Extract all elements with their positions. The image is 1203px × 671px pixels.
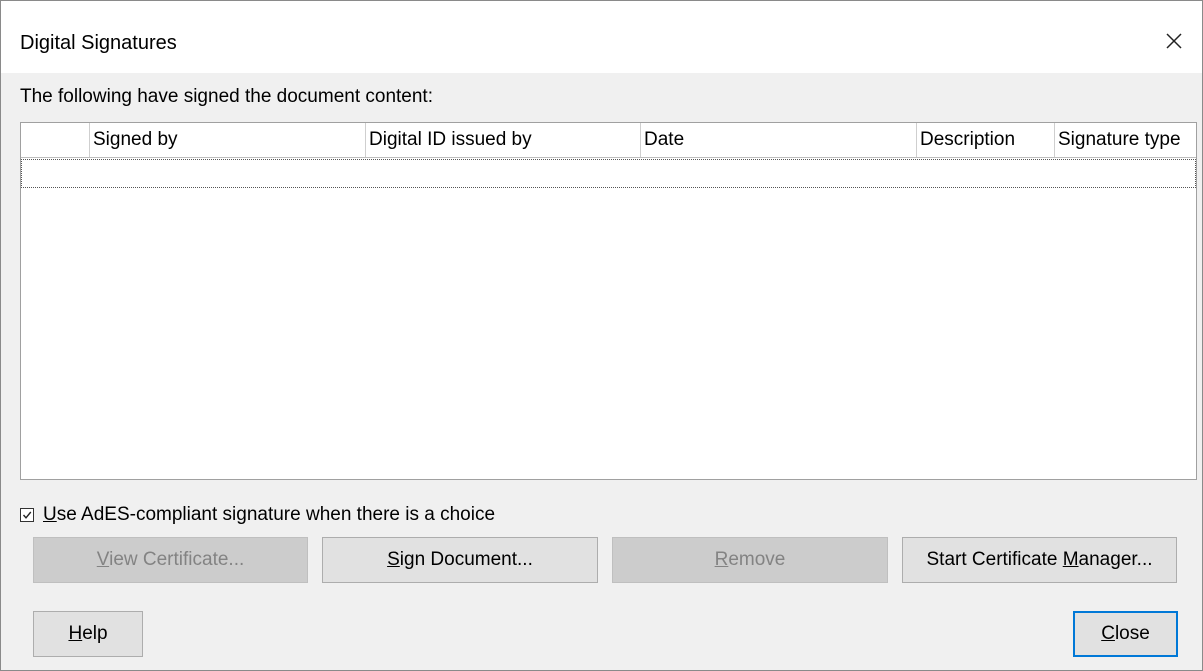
column-header-date[interactable]: Date [641,123,917,157]
close-button[interactable]: Close [1073,611,1178,657]
checkmark-icon [22,511,32,519]
column-header-description[interactable]: Description [917,123,1055,157]
table-focus-row[interactable] [21,159,1196,188]
dialog-title: Digital Signatures [20,32,177,54]
signed-content-label: The following have signed the document c… [20,86,433,107]
help-button[interactable]: Help [33,611,143,657]
column-header-signature-type[interactable]: Signature type [1055,123,1196,157]
signatures-table[interactable]: Signed by Digital ID issued by Date Desc… [20,122,1197,480]
sign-document-button[interactable]: Sign Document... [322,537,598,583]
ades-checkbox-label: Use AdES-compliant signature when there … [43,504,496,525]
column-header-signed-by[interactable]: Signed by [90,123,366,157]
ades-compliant-option[interactable]: Use AdES-compliant signature when there … [20,502,495,528]
view-certificate-button[interactable]: View Certificate... [33,537,308,583]
title-bar: Digital Signatures [1,1,1202,73]
column-header-issued-by[interactable]: Digital ID issued by [366,123,641,157]
remove-button[interactable]: Remove [612,537,888,583]
column-header-status[interactable] [21,123,90,157]
digital-signatures-dialog: Digital Signatures The following have si… [0,0,1203,671]
start-certificate-manager-button[interactable]: Start Certificate Manager... [902,537,1177,583]
close-icon[interactable] [1163,30,1185,52]
table-header: Signed by Digital ID issued by Date Desc… [21,123,1196,158]
ades-checkbox[interactable] [20,508,34,522]
